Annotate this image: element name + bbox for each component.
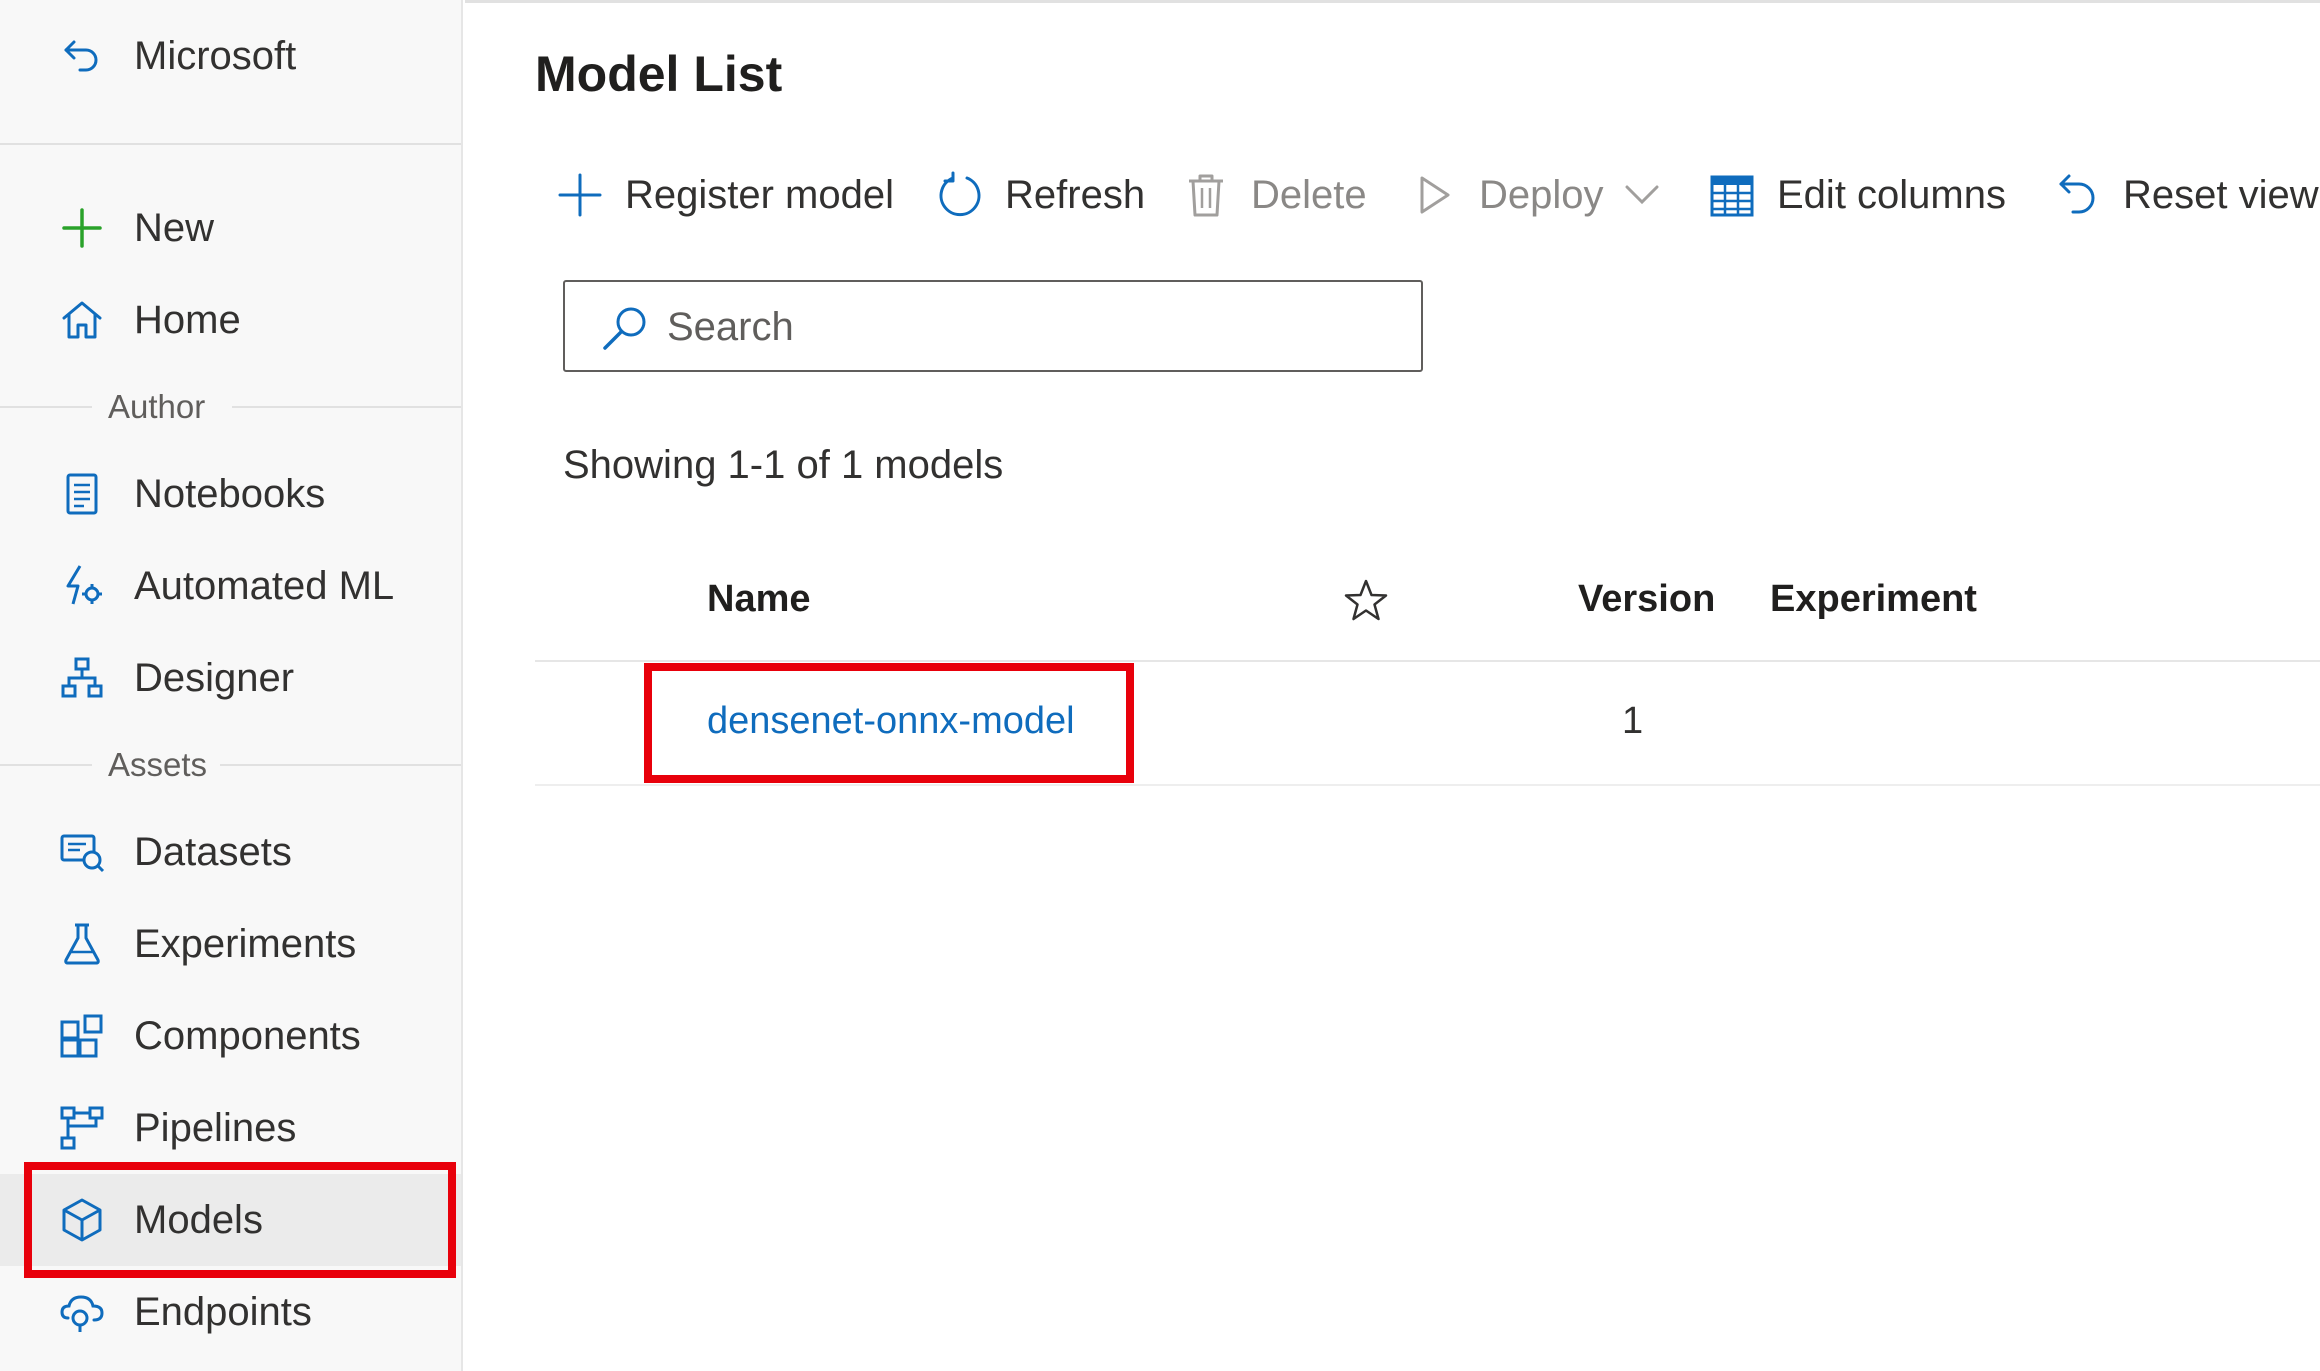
left-nav: Microsoft New Home Author Notebooks Auto…: [0, 0, 463, 1371]
deploy-label: Deploy: [1479, 172, 1604, 217]
section-assets: Assets: [0, 745, 461, 785]
nav-designer-label: Designer: [134, 655, 295, 700]
back-arrow-icon: [58, 32, 106, 80]
register-model-button[interactable]: Register model: [555, 163, 894, 227]
undo-icon: [2053, 170, 2103, 220]
nav-pipelines-label: Pipelines: [134, 1105, 297, 1150]
table-header: Name Version Experiment: [535, 558, 2320, 662]
nav-experiments-label: Experiments: [134, 921, 357, 966]
star-icon[interactable]: [1341, 576, 1391, 626]
section-author: Author: [0, 387, 461, 427]
nav-notebooks[interactable]: Notebooks: [0, 448, 461, 540]
page-title: Model List: [535, 46, 783, 102]
cube-icon: [58, 1196, 106, 1244]
endpoint-icon: [58, 1288, 106, 1336]
section-line: [232, 406, 461, 408]
nav-home-label: Home: [134, 297, 241, 342]
plus-icon: [58, 204, 106, 252]
notebook-icon: [58, 470, 106, 518]
table-columns-icon: [1707, 170, 1757, 220]
components-icon: [58, 1012, 106, 1060]
search-box[interactable]: [563, 280, 1423, 372]
model-name-link[interactable]: densenet-onnx-model: [707, 700, 1075, 743]
section-line: [0, 406, 92, 408]
nav-home[interactable]: Home: [0, 274, 461, 366]
delete-button[interactable]: Delete: [1181, 163, 1367, 227]
chevron-down-icon: [1622, 175, 1662, 215]
refresh-icon: [935, 170, 985, 220]
nav-new-label: New: [134, 205, 215, 250]
back-to-workspace[interactable]: Microsoft: [0, 10, 461, 102]
deploy-button[interactable]: Deploy: [1409, 163, 1662, 227]
nav-divider: [0, 143, 461, 145]
pipeline-icon: [58, 1104, 106, 1152]
nav-experiments[interactable]: Experiments: [0, 898, 461, 990]
column-header-name[interactable]: Name: [707, 578, 811, 621]
section-assets-label: Assets: [108, 746, 208, 783]
nav-automated-ml[interactable]: Automated ML: [0, 540, 461, 632]
nav-pipelines[interactable]: Pipelines: [0, 1082, 461, 1174]
nav-models[interactable]: Models: [0, 1174, 461, 1266]
main-content: Model List Register model Refresh Delete…: [465, 0, 2320, 1371]
plus-icon: [555, 170, 605, 220]
register-model-label: Register model: [625, 172, 895, 217]
trash-icon: [1181, 170, 1231, 220]
play-icon: [1409, 170, 1459, 220]
result-count: Showing 1-1 of 1 models: [563, 443, 1004, 487]
home-icon: [58, 296, 106, 344]
nav-notebooks-label: Notebooks: [134, 471, 326, 516]
edit-columns-label: Edit columns: [1777, 172, 2006, 217]
nav-datasets-label: Datasets: [134, 829, 292, 874]
nav-models-label: Models: [134, 1197, 263, 1242]
search-input[interactable]: [665, 296, 1389, 358]
flask-icon: [58, 920, 106, 968]
nav-endpoints-label: Endpoints: [134, 1289, 312, 1334]
nav-new[interactable]: New: [0, 182, 461, 274]
column-header-experiment[interactable]: Experiment: [1770, 578, 1977, 621]
nav-endpoints[interactable]: Endpoints: [0, 1266, 461, 1358]
section-author-label: Author: [108, 388, 206, 425]
nav-automated-ml-label: Automated ML: [134, 563, 395, 608]
section-line: [220, 764, 461, 766]
section-line: [0, 764, 92, 766]
refresh-button[interactable]: Refresh: [935, 163, 1145, 227]
nav-designer[interactable]: Designer: [0, 632, 461, 724]
app-frame: Microsoft New Home Author Notebooks Auto…: [0, 0, 2320, 1371]
refresh-label: Refresh: [1005, 172, 1146, 217]
nav-components[interactable]: Components: [0, 990, 461, 1082]
nav-components-label: Components: [134, 1013, 361, 1058]
edit-columns-button[interactable]: Edit columns: [1707, 163, 2006, 227]
back-label: Microsoft: [134, 33, 297, 78]
model-version: 1: [1622, 700, 1644, 742]
column-header-version[interactable]: Version: [1578, 578, 1715, 621]
reset-view-label: Reset view: [2123, 172, 2319, 217]
designer-icon: [58, 654, 106, 702]
automl-icon: [58, 562, 106, 610]
dataset-icon: [58, 828, 106, 876]
nav-datasets[interactable]: Datasets: [0, 806, 461, 898]
reset-view-button[interactable]: Reset view: [2053, 163, 2319, 227]
delete-label: Delete: [1251, 172, 1367, 217]
table-row: densenet-onnx-model 1: [535, 662, 2320, 786]
search-icon: [599, 302, 651, 354]
